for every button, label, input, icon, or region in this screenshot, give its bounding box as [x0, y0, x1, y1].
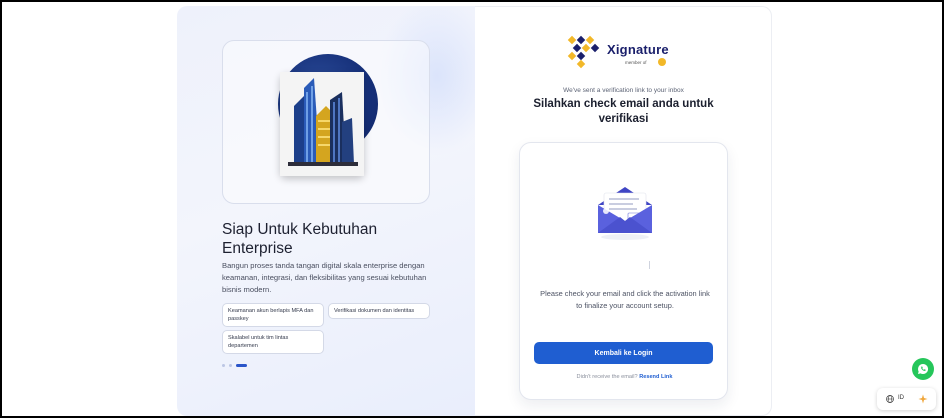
- resend-section: Didn't receive the email? Resend Link: [520, 374, 729, 380]
- promo-title: Siap Untuk Kebutuhan Enterprise: [222, 221, 378, 257]
- logo-mark-square: [576, 35, 586, 45]
- brand-logo: Xignature member of: [565, 33, 685, 73]
- feature-chip: Keamanan akun berlapis MFA dan passkey: [222, 303, 324, 327]
- promo-description: Bangun proses tanda tangan digital skala…: [222, 261, 427, 294]
- feature-chip: Verifikasi dokumen dan identitas: [328, 303, 430, 319]
- verification-message: Please check your email and click the ac…: [540, 289, 710, 310]
- resend-link[interactable]: Resend Link: [639, 374, 672, 380]
- carousel-dot[interactable]: [229, 364, 232, 367]
- whatsapp-button[interactable]: [912, 358, 934, 380]
- envelope-icon: [598, 187, 652, 240]
- back-to-login-button[interactable]: Kembali ke Login: [534, 342, 713, 364]
- carousel-dot[interactable]: [222, 364, 225, 367]
- feature-chip: Skalabel untuk tim lintas departemen: [222, 330, 324, 354]
- language-code: ID: [898, 395, 904, 401]
- logo-mark-square: [567, 35, 577, 45]
- divider: [649, 261, 650, 269]
- whatsapp-icon: [918, 363, 929, 374]
- logo-mark-square: [581, 43, 591, 53]
- verification-card: Please check your email and click the ac…: [519, 142, 728, 400]
- member-badge-icon: [658, 58, 666, 66]
- verification-subtitle: We've sent a verification link to your i…: [563, 87, 684, 94]
- verification-panel: Xignature member of We've sent a verific…: [475, 6, 772, 416]
- building-illustration: [280, 72, 364, 176]
- carousel-dot-active[interactable]: [236, 364, 247, 367]
- brand-name: Xignature: [607, 42, 669, 57]
- member-of-text: member of: [625, 60, 647, 65]
- language-switcher[interactable]: ID: [877, 388, 936, 410]
- logo-mark-square: [567, 51, 577, 61]
- logo-mark-square: [590, 43, 600, 53]
- page-title: Silahkan check email anda untuk verifika…: [533, 98, 714, 125]
- promo-panel: Siap Untuk Kebutuhan Enterprise Bangun p…: [177, 6, 475, 416]
- logo-mark-square: [585, 35, 595, 45]
- globe-icon: [886, 395, 894, 403]
- resend-prompt: Didn't receive the email?: [576, 374, 638, 380]
- page-frame: Siap Untuk Kebutuhan Enterprise Bangun p…: [0, 0, 944, 418]
- logo-mark-square: [576, 59, 586, 69]
- buildings-icon: [280, 72, 364, 176]
- sparkle-icon[interactable]: [918, 394, 928, 404]
